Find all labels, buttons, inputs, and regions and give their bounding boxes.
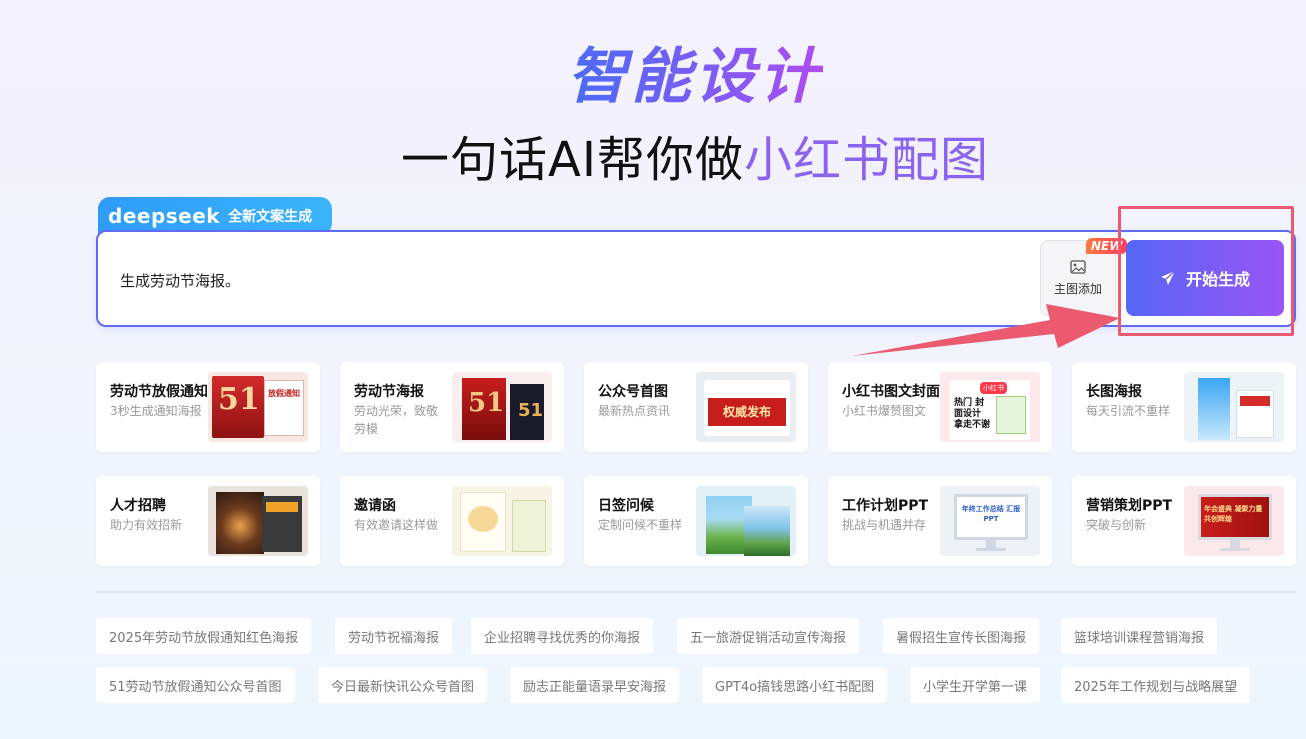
template-card-rednote-cover[interactable]: 小红书图文封面 小红书爆赞图文 小红书 热门 封面设计 拿走不谢 [828, 362, 1052, 452]
template-title: 公众号首图 [598, 384, 668, 400]
template-title: 营销策划PPT [1086, 498, 1173, 514]
suggestion-tag[interactable]: 小学生开学第一课 [910, 667, 1041, 703]
template-thumbnail: 年会盛典 凝聚力量 共创辉煌 [1184, 486, 1284, 556]
template-thumbnail: 小红书 热门 封面设计 拿走不谢 [940, 372, 1040, 442]
template-title: 人才招聘 [110, 498, 166, 514]
start-generate-label: 开始生成 [1185, 270, 1250, 289]
hero-title: 智能设计 [567, 42, 823, 112]
template-title: 劳动节放假通知 [110, 384, 208, 400]
template-thumbnail: 年终工作总结 汇报PPT [940, 486, 1040, 556]
start-generate-button[interactable]: 开始生成 [1126, 240, 1284, 316]
template-card-marketing-ppt[interactable]: 营销策划PPT 突破与创新 年会盛典 凝聚力量 共创辉煌 [1072, 476, 1296, 566]
template-title: 邀请函 [354, 498, 396, 514]
template-thumbnail: 51 放假通知 [208, 372, 308, 442]
prompt-input[interactable]: 生成劳动节海报。 [120, 270, 240, 291]
suggestion-tag[interactable]: 五一旅游促销活动宣传海报 [677, 618, 860, 654]
template-desc: 每天引流不重样 [1086, 404, 1171, 418]
suggestion-tag[interactable]: 励志正能量语录早安海报 [510, 667, 680, 703]
template-desc: 有效邀请这样做 [354, 518, 439, 532]
image-icon [1070, 259, 1086, 274]
template-desc: 最新热点资讯 [598, 404, 671, 418]
template-card-invitation[interactable]: 邀请函 有效邀请这样做 [340, 476, 564, 566]
suggestion-tag[interactable]: 企业招聘寻找优秀的你海报 [471, 618, 654, 654]
template-thumbnail [208, 486, 308, 556]
deepseek-logo: deepseek [108, 204, 221, 228]
suggestion-tag[interactable]: 劳动节祝福海报 [335, 618, 453, 654]
template-thumbnail: 51 51 [452, 372, 552, 442]
template-title: 长图海报 [1086, 384, 1142, 400]
section-divider [96, 591, 1296, 593]
template-card-work-plan-ppt[interactable]: 工作计划PPT 挑战与机遇并存 年终工作总结 汇报PPT [828, 476, 1052, 566]
template-card-labor-poster[interactable]: 劳动节海报 劳动光荣，致敬劳模 51 51 [340, 362, 564, 452]
template-desc: 小红书爆赞图文 [842, 404, 927, 418]
template-thumbnail [1184, 372, 1284, 442]
template-desc: 挑战与机遇并存 [842, 518, 927, 532]
template-card-daily-greeting[interactable]: 日签问候 定制问候不重样 [584, 476, 808, 566]
suggestion-tag[interactable]: GPT4o搞钱思路小红书配图 [702, 667, 888, 703]
template-card-long-poster[interactable]: 长图海报 每天引流不重样 [1072, 362, 1296, 452]
template-desc: 劳动光荣，致敬劳模 [354, 404, 439, 436]
hero-subtitle-highlight: 小红书配图 [743, 132, 989, 188]
template-title: 日签问候 [598, 498, 654, 514]
template-thumbnail: 权威发布 [696, 372, 796, 442]
paper-plane-icon [1160, 270, 1176, 285]
template-card-labor-notice[interactable]: 劳动节放假通知 3秒生成通知海报 51 放假通知 [96, 362, 320, 452]
template-card-wechat-cover[interactable]: 公众号首图 最新热点资讯 权威发布 [584, 362, 808, 452]
suggestion-tag[interactable]: 2025年劳动节放假通知红色海报 [96, 618, 312, 654]
template-desc: 突破与创新 [1086, 518, 1147, 532]
template-desc: 3秒生成通知海报 [110, 404, 202, 418]
template-thumbnail [452, 486, 552, 556]
template-title: 小红书图文封面 [842, 384, 940, 400]
template-title: 劳动节海报 [354, 384, 424, 400]
template-title: 工作计划PPT [842, 498, 929, 514]
template-desc: 定制问候不重样 [598, 518, 683, 532]
deepseek-badge-text: 全新文案生成 [228, 209, 313, 225]
template-card-recruitment[interactable]: 人才招聘 助力有效招新 [96, 476, 320, 566]
new-badge: NEW [1086, 238, 1128, 254]
suggestion-tag[interactable]: 51劳动节放假通知公众号首图 [96, 667, 295, 703]
annotation-arrow [852, 304, 1120, 356]
suggestion-tag[interactable]: 2025年工作规划与战略展望 [1061, 667, 1251, 703]
suggestion-tag[interactable]: 篮球培训课程营销海报 [1061, 618, 1218, 654]
template-thumbnail [696, 486, 796, 556]
suggestion-tag[interactable]: 今日最新快讯公众号首图 [318, 667, 488, 703]
suggestion-tag[interactable]: 暑假招生宣传长图海报 [883, 618, 1040, 654]
hero-subtitle: 一句话AI帮你做小红书配图 [400, 132, 989, 188]
template-desc: 助力有效招新 [110, 518, 183, 532]
